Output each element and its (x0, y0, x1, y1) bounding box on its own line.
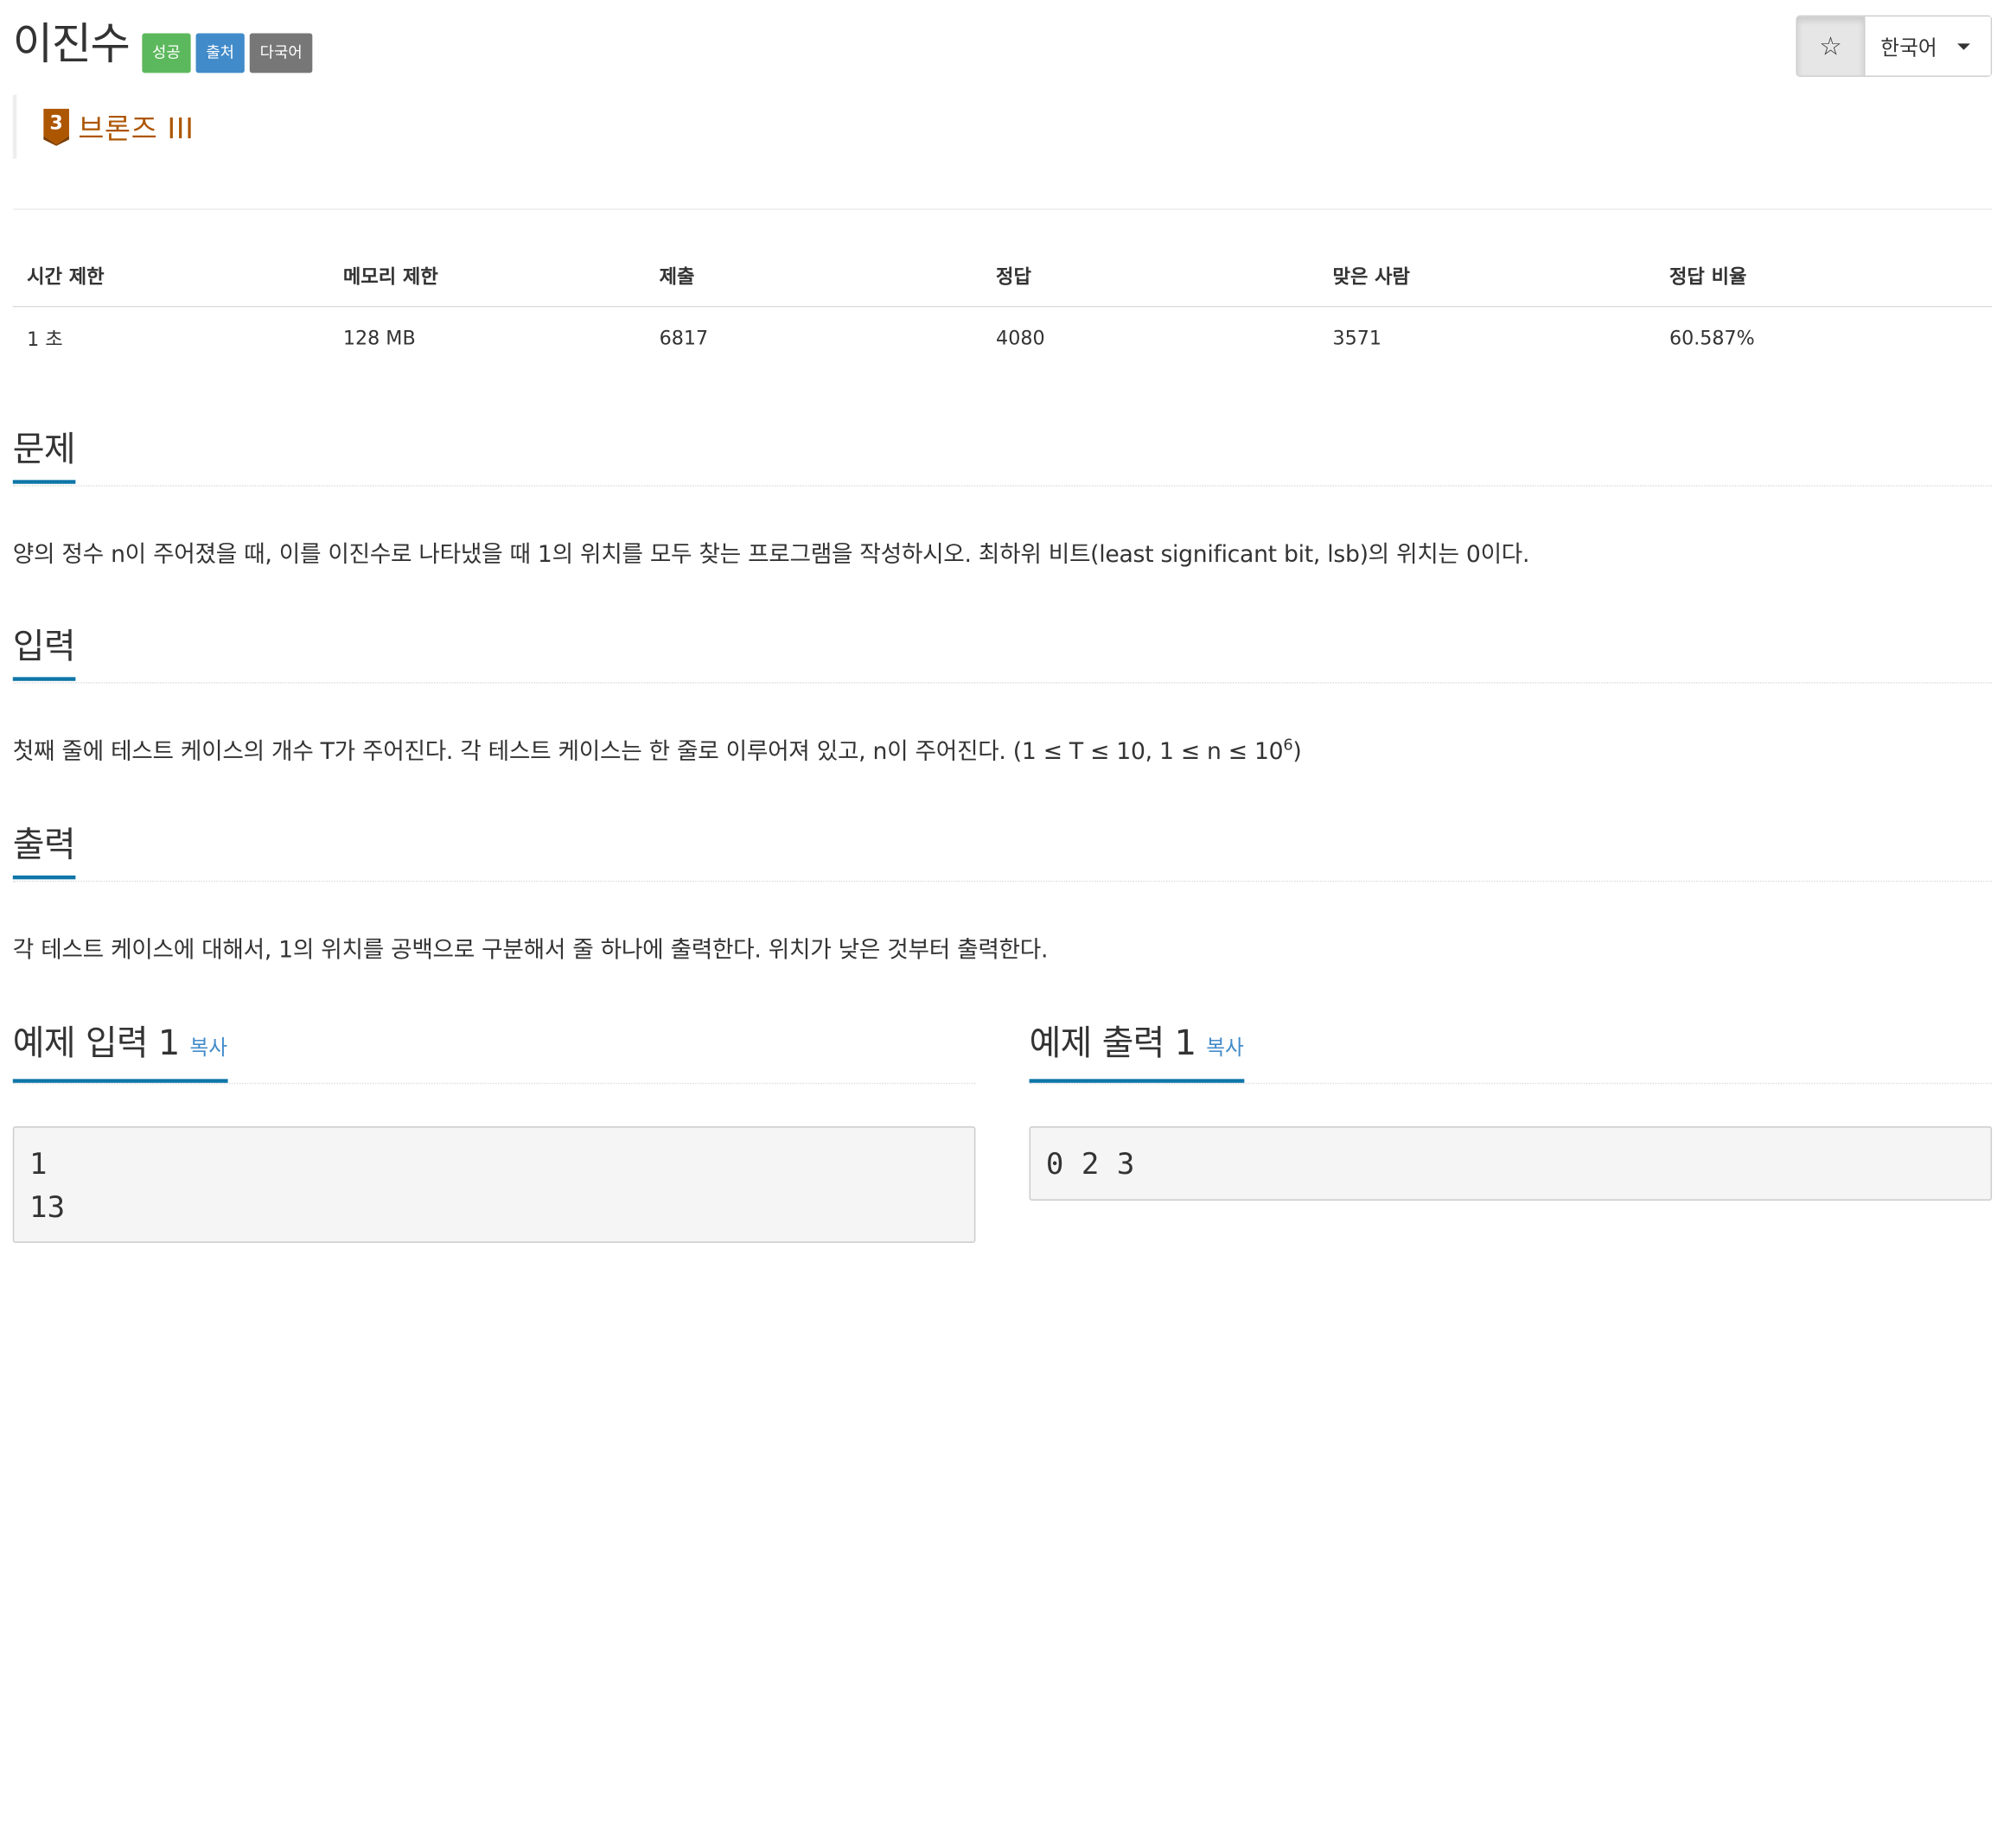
multilang-badge[interactable]: 다국어 (249, 32, 313, 73)
sample-input-header: 예제 입력 1 복사 (12, 1019, 976, 1085)
input-section-header: 입력 (12, 622, 1993, 684)
table-header-row: 시간 제한 메모리 제한 제출 정답 맞은 사람 정답 비율 (12, 245, 1993, 308)
description-title: 문제 (12, 425, 76, 484)
problem-page: 이진수 성공 출처 다국어 ☆ 한국어 3 브론즈 III 시간 제한 메모리 … (0, 0, 1997, 1848)
time-limit-value: 1 초 (27, 327, 63, 350)
output-body: 각 테스트 케이스에 대해서, 1의 위치를 공백으로 구분해서 줄 하나에 출… (12, 936, 1049, 965)
sample-output-header: 예제 출력 1 복사 (1029, 1019, 1993, 1085)
language-dropdown-label: 한국어 (1880, 35, 1937, 61)
description-section-header: 문제 (12, 425, 1993, 487)
sample-input-title-wrap: 예제 입력 1 복사 (12, 1019, 228, 1083)
header-divider (12, 208, 1993, 210)
problem-info-table: 시간 제한 메모리 제한 제출 정답 맞은 사람 정답 비율 1 초 128 M… (12, 245, 1993, 368)
bronze-tier-icon: 3 (43, 108, 69, 146)
sample-input-content[interactable]: 1 13 (12, 1126, 976, 1243)
table-row: 1 초 128 MB 6817 4080 3571 60.587% (13, 307, 1992, 368)
sample-output-panel: 예제 출력 1 복사 0 2 3 (1029, 1019, 1993, 1201)
success-badge[interactable]: 성공 (142, 32, 191, 73)
copy-sample-input-link[interactable]: 복사 (189, 1036, 227, 1060)
favorite-star-button[interactable]: ☆ (1797, 16, 1866, 76)
language-dropdown[interactable]: 한국어 (1865, 16, 1991, 76)
solvers-value: 3571 (1332, 326, 1382, 350)
table-header-ratio: 정답 비율 (1668, 264, 1747, 289)
output-title: 출력 (12, 820, 76, 880)
output-section-header: 출력 (12, 820, 1993, 883)
problem-title: 이진수 (12, 19, 131, 71)
star-icon: ☆ (1819, 30, 1842, 62)
tier-icon-level: 3 (49, 112, 62, 135)
input-title: 입력 (12, 622, 76, 681)
chevron-down-icon (1957, 42, 1971, 50)
sample-output-content[interactable]: 0 2 3 (1029, 1126, 1993, 1201)
submissions-value: 6817 (659, 326, 709, 350)
tier-label[interactable]: 브론즈 III (78, 106, 194, 147)
sample-output-title-wrap: 예제 출력 1 복사 (1029, 1019, 1244, 1083)
accepted-value: 4080 (996, 326, 1045, 350)
sample-input-panel: 예제 입력 1 복사 1 13 (12, 1019, 976, 1243)
input-body: 첫째 줄에 테스트 케이스의 개수 T가 주어진다. 각 테스트 케이스는 한 … (13, 735, 1992, 770)
problem-title-row: 이진수 성공 출처 다국어 (13, 13, 318, 77)
tier-box: 3 브론즈 III (12, 94, 195, 159)
table-header-solvers: 맞은 사람 (1332, 264, 1411, 289)
description-body: 양의 정수 n이 주어졌을 때, 이를 이진수로 나타냈을 때 1의 위치를 모… (12, 541, 1530, 569)
table-header-time-limit: 시간 제한 (27, 264, 105, 289)
source-badge[interactable]: 출처 (195, 32, 245, 73)
table-header-submissions: 제출 (659, 264, 695, 289)
input-body-exponent: 6 (1283, 736, 1293, 755)
sample-output-title: 예제 출력 1 (1029, 1023, 1197, 1064)
problem-actions: ☆ 한국어 (1796, 15, 1993, 77)
copy-sample-output-link[interactable]: 복사 (1206, 1036, 1244, 1060)
table-header-memory-limit: 메모리 제한 (342, 264, 438, 289)
ratio-value: 60.587% (1668, 326, 1755, 350)
memory-limit-value: 128 MB (342, 326, 416, 350)
sample-input-title: 예제 입력 1 (12, 1023, 181, 1064)
input-body-end: ) (1292, 738, 1302, 766)
input-body-text: 첫째 줄에 테스트 케이스의 개수 T가 주어진다. 각 테스트 케이스는 한 … (12, 738, 1284, 766)
table-header-accepted: 정답 (996, 264, 1031, 289)
